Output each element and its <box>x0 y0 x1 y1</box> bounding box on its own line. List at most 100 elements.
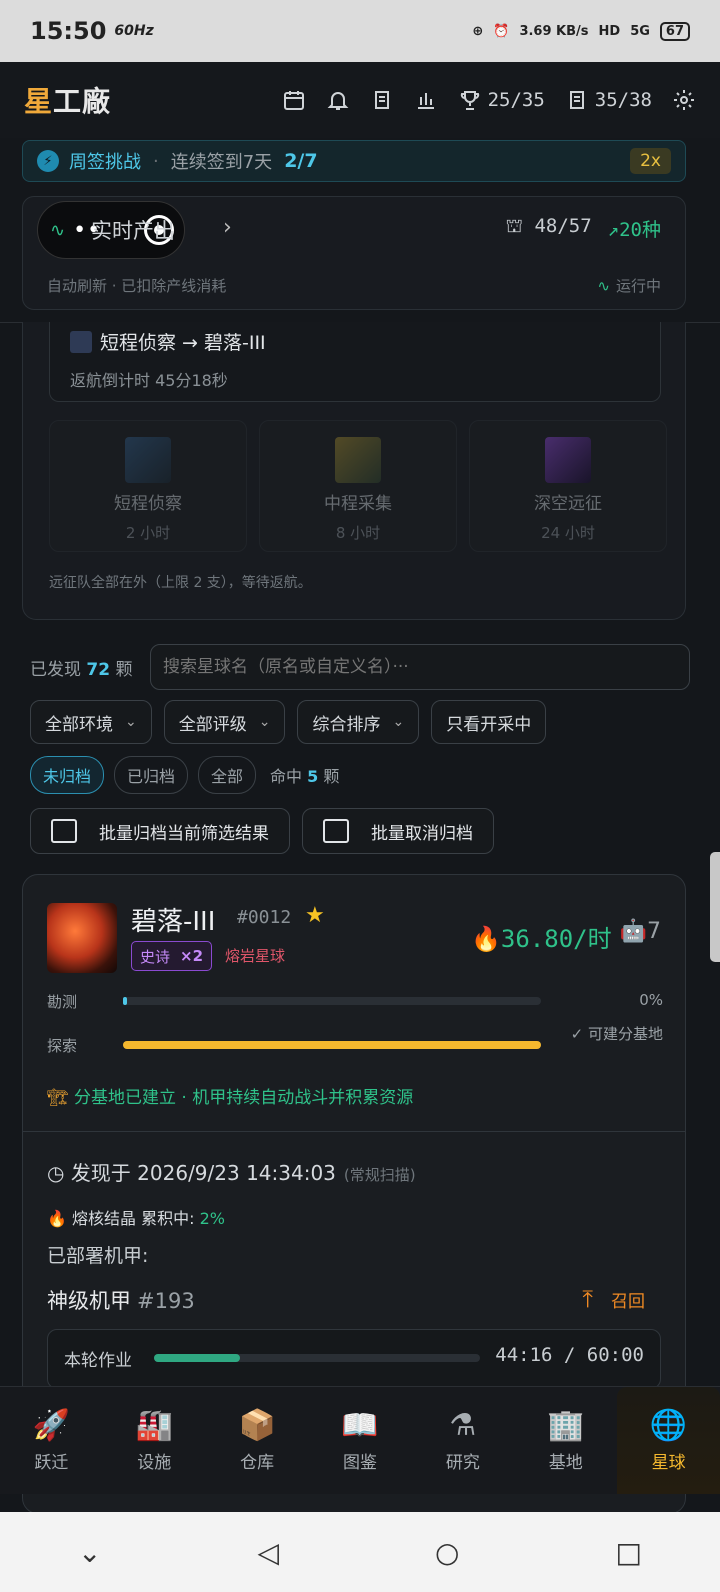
signal-icon: 5G <box>630 23 650 39</box>
chevron-down-icon: ⌄ <box>258 714 271 730</box>
planet-thumbnail <box>47 903 117 973</box>
production-rate: 🔥36.80/时 <box>471 925 612 953</box>
box-icon: 📦 <box>238 1407 276 1443</box>
grade-dropdown[interactable]: 全部评级 ⌄ <box>163 700 286 744</box>
mission-countdown: 返航倒计时 45分18秒 <box>70 371 228 390</box>
explore-progress: 探索 ✓ 可建分基地 <box>47 1025 663 1055</box>
book-icon: 📖 <box>341 1407 379 1443</box>
app: 星工廠 25/35 35/38 ⚡ 周签挑战 · 连续签到7天 2/7 2x ∿… <box>0 62 720 1512</box>
system-nav-bar: ⌄ ◁ ○ □ <box>0 1512 720 1592</box>
crane-icon: 🏗 <box>47 1088 69 1108</box>
net-speed: 3.69 KB/s <box>519 23 589 39</box>
mining-only-toggle[interactable]: 只看开采中 <box>431 700 547 744</box>
factory-icon: 🏭 <box>135 1407 173 1443</box>
ship-icon <box>70 330 92 353</box>
nav-warehouse[interactable]: 📦 仓库 <box>206 1387 309 1494</box>
chevron-down-icon: ⌄ <box>125 714 137 730</box>
archive-tabs: 未归档 已归档 全部 命中 5 颗 <box>30 756 339 794</box>
weekly-streak: 连续签到7天 <box>170 152 273 173</box>
weekly-progress: 2/7 <box>284 150 318 172</box>
planet-type: 熔岩星球 <box>225 947 286 965</box>
expedition-slot-short[interactable]: 短程侦察 2 小时 <box>49 420 247 552</box>
gear-icon[interactable] <box>672 88 696 112</box>
robot-icon: 🤖 <box>619 919 647 944</box>
filter-row: 全部环境 ⌄ 全部评级 ⌄ 综合排序 ⌄ 只看开采中 <box>30 700 547 744</box>
status-bar: 15:50 60Hz ⊕ ⏰ 3.69 KB/s HD 5G 67 <box>0 0 720 62</box>
refresh-rate: 60Hz <box>114 23 154 39</box>
nav-planets[interactable]: 🌐 星球 <box>617 1387 720 1494</box>
fire-icon: 🔥 <box>47 1209 67 1228</box>
deep-space-ship-icon <box>545 437 591 483</box>
factory-ratio: ⛫ 48/57 <box>505 215 592 237</box>
chevron-down-icon: ⌄ <box>392 714 405 730</box>
work-progress: 本轮作业 44:16 / 60:00 <box>47 1329 661 1389</box>
nav-base[interactable]: 🏢 基地 <box>514 1387 617 1494</box>
alarm-icon: ⏰ <box>493 23 510 39</box>
tab-unarchived[interactable]: 未归档 <box>30 756 105 794</box>
recall-button[interactable]: ⤒ 召回 <box>582 1285 645 1313</box>
status-time: 15:50 <box>30 17 107 45</box>
fire-icon: 🔥 <box>471 925 501 953</box>
tab-archived[interactable]: 已归档 <box>114 756 189 794</box>
planet-search-input[interactable] <box>150 644 690 690</box>
recents-icon[interactable]: □ <box>616 1536 642 1569</box>
bolt-icon: ⚡ <box>37 150 59 172</box>
sort-dropdown[interactable]: 综合排序 ⌄ <box>297 700 420 744</box>
nav-warp[interactable]: 🚀 跃迁 <box>0 1387 103 1494</box>
production-panel[interactable]: ∿ •• 实时产出 › ⛫ 48/57 ↗20种 自动刷新 · 已扣除产线消耗 … <box>22 196 686 310</box>
expedition-panel: 短程侦察 → 碧落-III 返航倒计时 45分18秒 短程侦察 2 小时 中程采… <box>22 322 686 620</box>
robot-count: 🤖7 <box>619 919 661 944</box>
side-handle[interactable] <box>710 852 720 962</box>
bulk-archive-button[interactable]: 批量归档当前筛选结果 <box>30 808 290 854</box>
unarchive-icon <box>323 819 349 843</box>
app-header: 星工廠 25/35 35/38 <box>0 62 720 138</box>
app-logo: 星工廠 <box>24 85 112 118</box>
active-mission[interactable]: 短程侦察 → 碧落-III 返航倒计时 45分18秒 <box>49 322 661 402</box>
bulk-actions: 批量归档当前筛选结果 批量取消归档 <box>30 808 494 854</box>
nav-facilities[interactable]: 🏭 设施 <box>103 1387 206 1494</box>
collapse-icon[interactable]: ⌄ <box>78 1536 101 1569</box>
nav-research[interactable]: ⚗ 研究 <box>411 1387 514 1494</box>
bulk-unarchive-button[interactable]: 批量取消归档 <box>302 808 494 854</box>
environment-dropdown[interactable]: 全部环境 ⌄ <box>30 700 152 744</box>
status-icons: ⊕ ⏰ 3.69 KB/s HD 5G 67 <box>472 21 690 41</box>
hd-icon: HD <box>598 23 621 39</box>
expedition-slot-deep[interactable]: 深空远征 24 小时 <box>469 420 667 552</box>
expedition-note: 远征队全部在外（上限 2 支），等待返航。 <box>49 575 312 591</box>
miner-ship-icon <box>335 437 381 483</box>
activity-icon: ∿ <box>50 219 66 241</box>
satellite-icon <box>125 437 171 483</box>
found-count: 已发现 72 颗 <box>30 659 133 680</box>
expedition-slot-mid[interactable]: 中程采集 8 小时 <box>259 420 457 552</box>
rarity-badge: 史诗 ×2 <box>131 941 213 971</box>
quest-button[interactable]: 35/38 <box>565 88 652 112</box>
weekly-checkin-banner[interactable]: ⚡ 周签挑战 · 连续签到7天 2/7 2x <box>22 140 686 182</box>
bar-chart-icon[interactable] <box>414 88 438 112</box>
production-title: 实时产出 <box>91 219 175 243</box>
nav-codex[interactable]: 📖 图鉴 <box>309 1387 412 1494</box>
scroll-icon <box>569 91 584 109</box>
mech-name: 神级机甲 #193 <box>47 1289 195 1313</box>
upload-icon: ⤒ <box>582 1285 593 1313</box>
running-status: ∿ 运行中 <box>597 277 661 295</box>
pulse-icon: ∿ <box>597 277 610 295</box>
flask-icon: ⚗ <box>449 1407 477 1443</box>
calendar-icon[interactable] <box>282 88 306 112</box>
bell-icon[interactable] <box>326 88 350 112</box>
planet-name: 碧落-III <box>131 907 216 937</box>
production-subtitle: 自动刷新 · 已扣除产线消耗 <box>47 277 227 295</box>
favorite-star-icon[interactable]: ★ <box>305 903 325 928</box>
mission-route: 短程侦察 → 碧落-III <box>100 332 266 354</box>
back-icon[interactable]: ◁ <box>257 1536 279 1569</box>
home-icon[interactable]: ○ <box>435 1536 459 1569</box>
globe-icon: 🌐 <box>649 1407 688 1443</box>
archive-icon <box>51 819 77 843</box>
rocket-icon: 🚀 <box>32 1407 71 1443</box>
planet-search-row: 已发现 72 颗 <box>30 644 690 690</box>
scroll-icon[interactable] <box>370 88 394 112</box>
trophy-button[interactable]: 25/35 <box>458 88 545 112</box>
chevron-right-icon[interactable]: › <box>223 215 232 240</box>
battery-icon: 67 <box>659 21 690 41</box>
tab-all[interactable]: 全部 <box>198 756 257 794</box>
bottom-nav: 🚀 跃迁 🏭 设施 📦 仓库 📖 图鉴 ⚗ 研究 🏢 基地 🌐 星球 <box>0 1386 720 1494</box>
